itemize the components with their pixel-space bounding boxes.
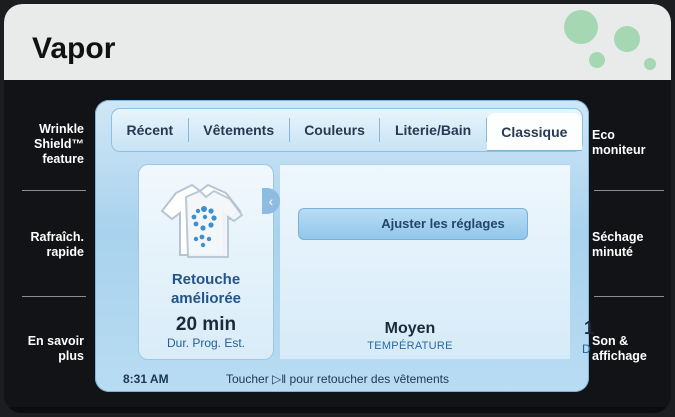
- menu-label-line: feature: [42, 152, 84, 166]
- menu-divider: [594, 296, 664, 297]
- adjust-settings-label: Ajuster les réglages: [381, 216, 505, 231]
- tab-colors[interactable]: Couleurs: [290, 118, 381, 142]
- decorative-dot: [644, 58, 656, 70]
- estimated-duration-label: Dur. Prog. Est.: [166, 336, 246, 350]
- menu-label-line: minuté: [592, 245, 633, 259]
- tab-bedding-bath[interactable]: Literie/Bain: [380, 118, 487, 142]
- decorative-dot: [589, 52, 605, 68]
- decorative-dot: [614, 26, 640, 52]
- menu-divider: [22, 296, 86, 297]
- menu-wrinkle-shield[interactable]: Wrinkle Shield™ feature: [4, 122, 84, 167]
- tab-classic[interactable]: Classique: [486, 113, 582, 151]
- shirt-steam-icon: [160, 183, 244, 258]
- page-title: Vapor: [32, 32, 116, 65]
- menu-timed-dry[interactable]: Séchage minuté: [592, 230, 671, 260]
- menu-label-line: affichage: [592, 349, 647, 363]
- menu-label-line: Shield™: [33, 137, 84, 151]
- menu-label-line: Son &: [592, 334, 629, 348]
- menu-label-line: Wrinkle: [39, 122, 84, 136]
- clock: 8:31 AM: [123, 372, 169, 386]
- tab-recent[interactable]: Récent: [112, 118, 189, 142]
- cycle-tabs: Récent Vêtements Couleurs Literie/Bain C…: [111, 108, 583, 152]
- cycle-card[interactable]: Retouche améliorée 20 min Dur. Prog. Est…: [138, 164, 274, 360]
- cycle-name-line: améliorée: [170, 290, 242, 307]
- menu-learn-more[interactable]: En savoir plus: [4, 334, 84, 364]
- menu-label-line: En savoir: [27, 334, 84, 348]
- status-hint: Toucher ▷‖ pour retoucher des vêtements: [226, 372, 449, 386]
- menu-label-line: Rafraîch.: [30, 230, 85, 244]
- adjust-settings-button[interactable]: Ajuster les réglages: [298, 208, 528, 240]
- temperature-label: TEMPÉRATURE: [367, 340, 453, 352]
- decorative-dot: [564, 10, 598, 44]
- app-frame: Vapor Wrinkle Shield™ feature Rafraîch. …: [4, 4, 671, 413]
- title-bar: Vapor: [4, 4, 671, 80]
- bottom-band: [4, 407, 671, 413]
- cycle-name-line: Retouche: [171, 271, 241, 288]
- menu-label-line: Eco: [592, 128, 615, 142]
- partial-value: 1: [584, 318, 595, 338]
- menu-quick-refresh[interactable]: Rafraîch. rapide: [4, 230, 85, 260]
- temperature-value[interactable]: Moyen: [300, 320, 520, 338]
- control-screen: Wrinkle Shield™ feature Rafraîch. rapide…: [4, 80, 671, 413]
- menu-divider: [22, 190, 86, 191]
- menu-label-line: plus: [58, 349, 84, 363]
- menu-sound-display[interactable]: Son & affichage: [592, 334, 671, 364]
- status-bar: 8:31 AM Toucher ▷‖ pour retoucher des vê…: [106, 369, 576, 389]
- menu-label-line: rapide: [46, 245, 84, 259]
- menu-divider: [594, 190, 664, 191]
- menu-label-line: Séchage: [592, 230, 644, 244]
- cycle-name: Retouche améliorée: [139, 270, 273, 308]
- menu-eco-monitor[interactable]: Eco moniteur: [592, 128, 671, 158]
- tab-clothing[interactable]: Vêtements: [189, 118, 290, 142]
- partial-label: D: [582, 342, 591, 356]
- estimated-duration: 20 min: [175, 314, 237, 335]
- menu-label-line: moniteur: [592, 143, 646, 157]
